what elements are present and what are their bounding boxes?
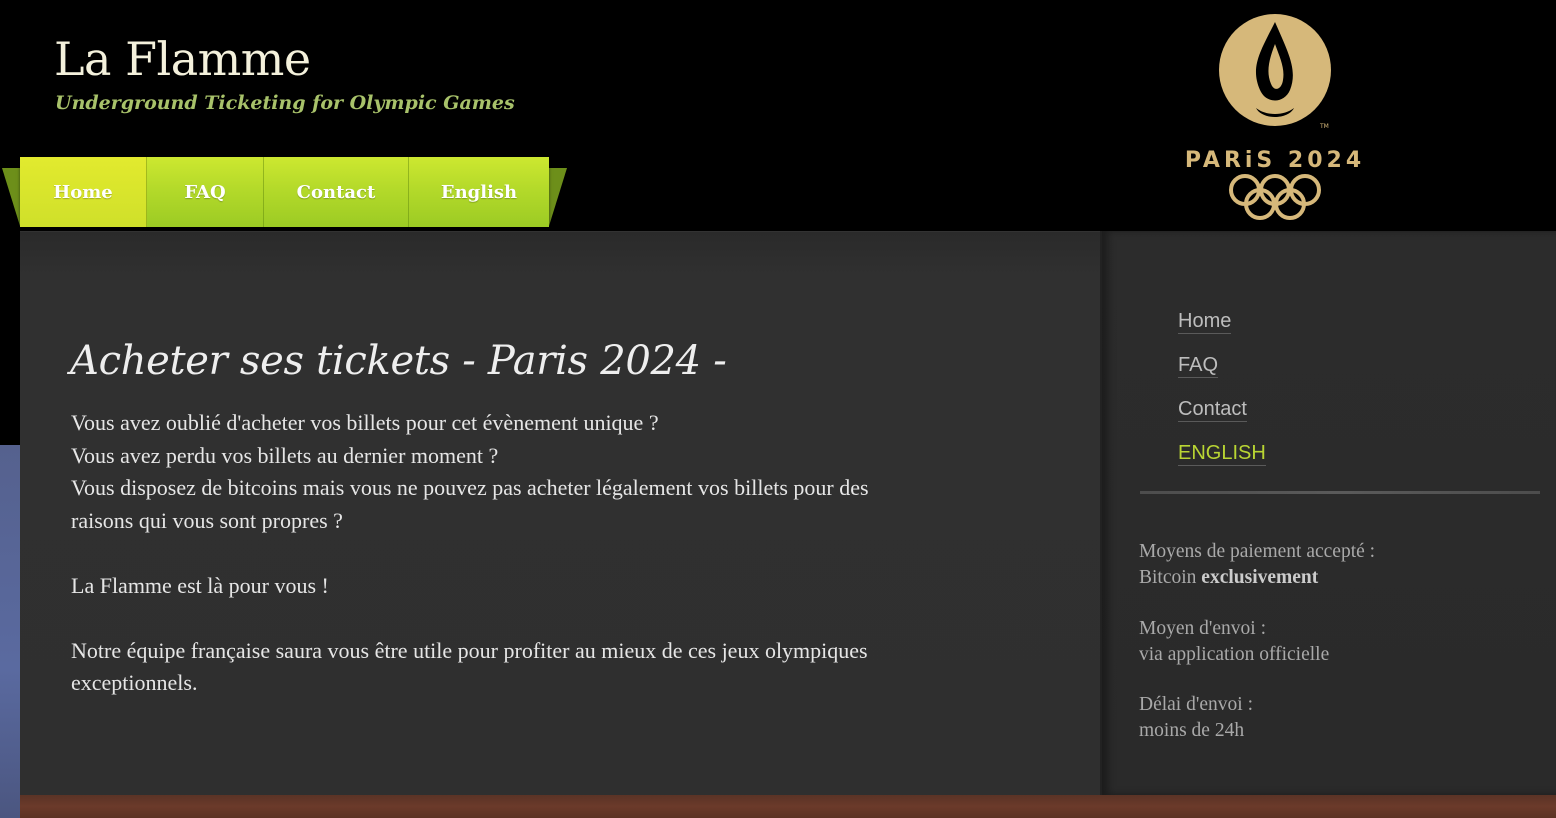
delay-info: Délai d'envoi : moins de 24h bbox=[1139, 692, 1253, 744]
sidebar-link-label: FAQ bbox=[1178, 354, 1219, 378]
team-paragraph: Notre équipe française saura vous être u… bbox=[71, 635, 1001, 700]
sidebar-link-label: Home bbox=[1178, 310, 1232, 334]
payment-value-emphasis: exclusivement bbox=[1201, 567, 1319, 588]
nav-ribbon-fold-left bbox=[2, 168, 20, 226]
svg-text:TM: TM bbox=[1319, 123, 1329, 130]
delay-value: moins de 24h bbox=[1139, 720, 1245, 741]
footer-band bbox=[20, 795, 1556, 818]
sidebar-link-label: Contact bbox=[1178, 398, 1247, 422]
delivery-value: via application officielle bbox=[1139, 644, 1330, 665]
payment-value: Bitcoin exclusivement bbox=[1139, 565, 1375, 591]
payment-info: Moyens de paiement accepté : Bitcoin exc… bbox=[1139, 539, 1375, 591]
intro-line: Vous avez oublié d'acheter vos billets p… bbox=[71, 410, 659, 435]
site-tagline: Underground Ticketing for Olympic Games bbox=[55, 92, 515, 114]
sidebar-link-english[interactable]: ENGLISH bbox=[1178, 438, 1266, 482]
sidebar-navigation: Home FAQ Contact ENGLISH bbox=[1178, 306, 1266, 482]
top-nav-english[interactable]: English bbox=[409, 157, 549, 227]
intro-line: Vous avez perdu vos billets au dernier m… bbox=[71, 442, 499, 468]
paris-2024-wordmark: PARiS 2024 bbox=[1184, 148, 1366, 173]
payment-label: Moyens de paiement accepté : bbox=[1139, 541, 1376, 562]
olympic-rings-icon bbox=[1229, 174, 1321, 220]
top-nav-faq[interactable]: FAQ bbox=[147, 157, 264, 227]
sidebar-link-label: ENGLISH bbox=[1178, 442, 1266, 466]
intro-line: Vous disposez de bitcoins mais vous ne p… bbox=[71, 475, 869, 500]
delay-label: Délai d'envoi : bbox=[1139, 694, 1253, 715]
intro-line: raisons qui vous sont propres ? bbox=[71, 507, 343, 533]
team-line: exceptionnels. bbox=[71, 670, 198, 695]
paris-2024-logo: TM PARiS 2024 bbox=[1180, 12, 1370, 222]
olympic-flame-icon: TM bbox=[1219, 14, 1331, 130]
team-line: Notre équipe française saura vous être u… bbox=[71, 637, 868, 663]
main-body-text: Vous avez oublié d'acheter vos billets p… bbox=[71, 407, 1001, 732]
left-background-strip bbox=[0, 445, 22, 818]
page-heading: Acheter ses tickets - Paris 2024 - bbox=[70, 338, 727, 384]
delivery-info: Moyen d'envoi : via application officiel… bbox=[1139, 616, 1329, 668]
intro-paragraph: Vous avez oublié d'acheter vos billets p… bbox=[71, 407, 1001, 537]
tagline-paragraph: La Flamme est là pour vous ! bbox=[71, 570, 1001, 603]
top-nav-contact[interactable]: Contact bbox=[264, 157, 409, 227]
payment-value-prefix: Bitcoin bbox=[1139, 567, 1197, 588]
top-navigation: Home FAQ Contact English bbox=[20, 157, 549, 227]
top-nav-home[interactable]: Home bbox=[20, 157, 147, 227]
sidebar-link-home[interactable]: Home bbox=[1178, 306, 1266, 350]
nav-ribbon-fold-right bbox=[549, 168, 567, 226]
tagline-line: La Flamme est là pour vous ! bbox=[71, 572, 329, 598]
sidebar-link-faq[interactable]: FAQ bbox=[1178, 350, 1266, 394]
delivery-label: Moyen d'envoi : bbox=[1139, 618, 1266, 639]
site-title[interactable]: La Flamme bbox=[54, 32, 311, 86]
sidebar-divider bbox=[1140, 491, 1540, 494]
sidebar-link-contact[interactable]: Contact bbox=[1178, 394, 1266, 438]
